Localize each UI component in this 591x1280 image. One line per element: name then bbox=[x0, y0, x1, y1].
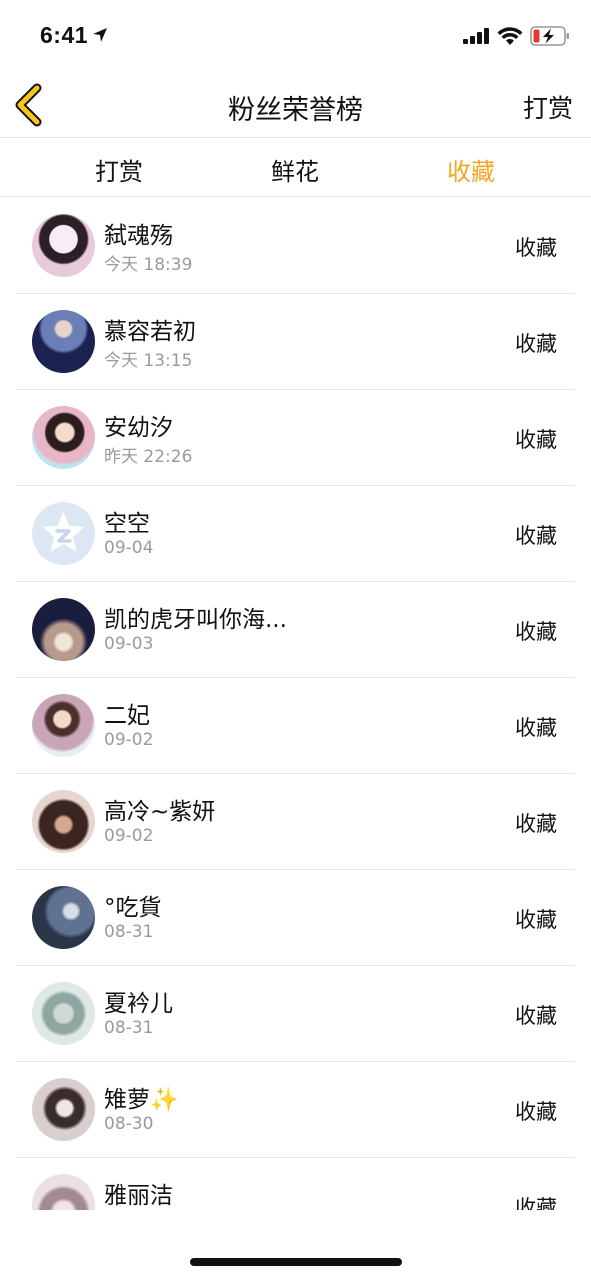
avatar[interactable] bbox=[32, 406, 95, 469]
favorite-label: 收藏 bbox=[515, 1196, 557, 1210]
timestamp: 09-02 bbox=[104, 730, 154, 750]
user-name: 二妃 bbox=[104, 703, 150, 729]
favorite-label: 收藏 bbox=[515, 716, 557, 740]
reward-button[interactable]: 打赏 bbox=[523, 89, 573, 125]
avatar[interactable] bbox=[32, 694, 95, 757]
timestamp: 昨天 22:26 bbox=[104, 447, 193, 467]
fan-list: 弑魂殇 今天 18:39 收藏 慕容若初 今天 13:15 收藏 安幼汐 昨天 … bbox=[0, 198, 591, 1210]
status-time: 6:41 bbox=[40, 22, 89, 48]
default-avatar-icon[interactable] bbox=[32, 502, 95, 565]
tab-favorites[interactable]: 收藏 bbox=[411, 152, 531, 187]
timestamp: 09-03 bbox=[104, 634, 154, 654]
favorite-label: 收藏 bbox=[515, 620, 557, 644]
timestamp: 08-30 bbox=[104, 1114, 154, 1134]
user-name: 凯的虎牙叫你海... bbox=[104, 607, 287, 633]
favorite-label: 收藏 bbox=[515, 236, 557, 260]
list-item[interactable]: 安幼汐 昨天 22:26 收藏 bbox=[0, 390, 591, 486]
user-name: 慕容若初 bbox=[104, 319, 196, 345]
list-item[interactable]: 空空 09-04 收藏 bbox=[0, 486, 591, 582]
timestamp: 今天 18:39 bbox=[104, 255, 193, 275]
favorite-label: 收藏 bbox=[515, 1100, 557, 1124]
battery-charging-icon bbox=[530, 26, 569, 46]
user-name: 高冷~紫妍 bbox=[104, 799, 216, 825]
favorite-label: 收藏 bbox=[515, 524, 557, 548]
cellular-signal-icon bbox=[463, 28, 489, 44]
list-item[interactable]: 夏衿儿 08-31 收藏 bbox=[0, 966, 591, 1062]
avatar[interactable] bbox=[32, 1078, 95, 1141]
user-name: °吃貨 bbox=[104, 895, 162, 921]
list-item[interactable]: 雉萝✨ 08-30 收藏 bbox=[0, 1062, 591, 1158]
favorite-label: 收藏 bbox=[515, 908, 557, 932]
avatar[interactable] bbox=[32, 982, 95, 1045]
home-indicator[interactable] bbox=[190, 1258, 402, 1266]
favorite-label: 收藏 bbox=[515, 812, 557, 836]
user-name: 弑魂殇 bbox=[104, 223, 173, 249]
avatar[interactable] bbox=[32, 214, 95, 277]
avatar[interactable] bbox=[32, 1174, 95, 1210]
location-arrow-icon bbox=[93, 28, 107, 42]
user-name: 空空 bbox=[104, 511, 150, 537]
favorite-label: 收藏 bbox=[515, 332, 557, 356]
status-bar: 6:41 bbox=[0, 0, 591, 74]
list-item[interactable]: 二妃 09-02 收藏 bbox=[0, 678, 591, 774]
favorite-label: 收藏 bbox=[515, 1004, 557, 1028]
list-item[interactable]: 弑魂殇 今天 18:39 收藏 bbox=[0, 198, 591, 294]
list-item[interactable]: 高冷~紫妍 09-02 收藏 bbox=[0, 774, 591, 870]
avatar[interactable] bbox=[32, 598, 95, 661]
avatar[interactable] bbox=[32, 886, 95, 949]
list-item[interactable]: 雅丽洁 收藏 bbox=[0, 1158, 591, 1210]
tab-reward[interactable]: 打赏 bbox=[59, 152, 179, 187]
timestamp: 09-04 bbox=[104, 538, 154, 558]
timestamp: 今天 13:15 bbox=[104, 351, 193, 371]
timestamp: 09-02 bbox=[104, 826, 154, 846]
page-title: 粉丝荣誉榜 bbox=[228, 95, 363, 126]
wifi-icon bbox=[497, 27, 523, 45]
user-name: 雅丽洁 bbox=[104, 1183, 173, 1209]
navigation-bar: 粉丝荣誉榜 打赏 bbox=[0, 74, 591, 138]
tab-bar: 打赏 鲜花 收藏 bbox=[0, 139, 591, 197]
list-item[interactable]: 慕容若初 今天 13:15 收藏 bbox=[0, 294, 591, 390]
tab-flowers[interactable]: 鲜花 bbox=[235, 152, 355, 187]
favorite-label: 收藏 bbox=[515, 428, 557, 452]
avatar[interactable] bbox=[32, 790, 95, 853]
timestamp: 08-31 bbox=[104, 922, 154, 942]
list-item[interactable]: °吃貨 08-31 收藏 bbox=[0, 870, 591, 966]
user-name: 雉萝✨ bbox=[104, 1087, 179, 1113]
timestamp: 08-31 bbox=[104, 1018, 154, 1038]
user-name: 夏衿儿 bbox=[104, 991, 173, 1017]
list-item[interactable]: 凯的虎牙叫你海... 09-03 收藏 bbox=[0, 582, 591, 678]
user-name: 安幼汐 bbox=[104, 415, 173, 441]
avatar[interactable] bbox=[32, 310, 95, 373]
